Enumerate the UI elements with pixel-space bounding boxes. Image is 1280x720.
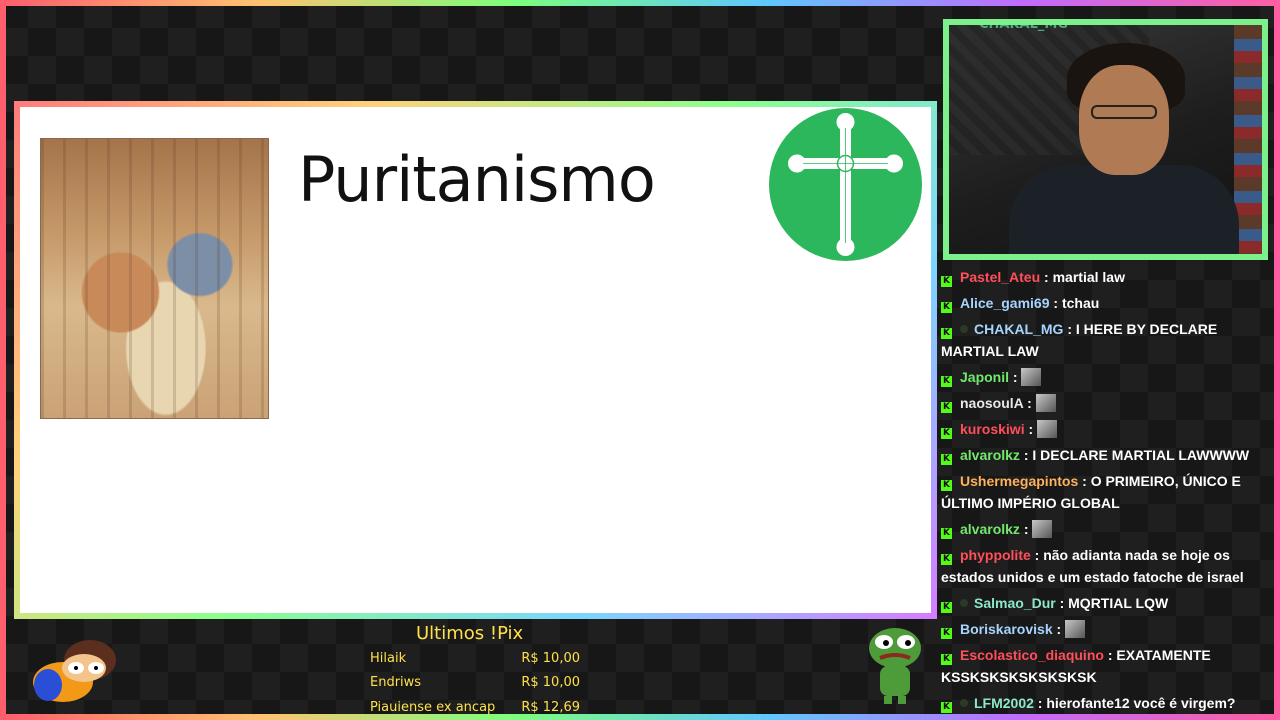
chat-username[interactable]: Escolastico_diaquino	[960, 647, 1104, 663]
chat-text: :	[1023, 395, 1036, 411]
pix-donor-name: Piauiense ex ancap	[370, 699, 496, 715]
kick-icon: K	[941, 554, 952, 565]
user-badge-icon	[960, 325, 968, 333]
puritan-classroom-painting	[40, 138, 269, 419]
chat-text: :	[1024, 421, 1038, 437]
pix-row: Endriws R$ 10,00	[370, 671, 580, 696]
streamer-glasses	[1091, 105, 1157, 119]
pix-list: Hilaik R$ 10,00 Endriws R$ 10,00 Piauiense e…	[370, 646, 580, 720]
pix-donor-name: Hilaik	[370, 650, 407, 666]
emote-icon	[1037, 420, 1058, 438]
chat-message: K Escolastico_diaquino : EXATAMENTE KSSKS…	[941, 642, 1271, 690]
chat-text: : I DECLARE MARTIAL LAWWWW	[1019, 447, 1250, 463]
slide-frame: Puritanismo	[14, 101, 937, 619]
chat-message: K CHAKAL_MG : I HERE BY DECLARE MARTIAL L…	[941, 316, 1271, 364]
streamer-body	[1009, 165, 1239, 254]
chat-text: : tchau	[1049, 295, 1100, 311]
pix-row: Piauiense ex ancap R$ 12,69	[370, 695, 580, 720]
chat-username[interactable]: LFM2002	[974, 695, 1034, 711]
chat-username[interactable]: alvarolkz	[960, 521, 1020, 537]
chat-username[interactable]: Pastel_Ateu	[960, 269, 1040, 285]
streamer-head	[1079, 65, 1169, 175]
chat-username[interactable]: kuroskiwi	[960, 421, 1025, 437]
chat-message: Kalvarolkz : I DECLARE MARTIAL LAWWWW	[941, 442, 1271, 468]
chat-feed[interactable]: K Pastel_Ateu : martial law K Alice_gami69 …	[941, 264, 1271, 716]
emote-icon	[1065, 620, 1086, 638]
kick-icon: K	[941, 328, 952, 339]
chat-username[interactable]: Japonil	[960, 369, 1009, 385]
pix-amount: R$ 10,00	[521, 675, 580, 691]
kick-icon: K	[941, 654, 952, 665]
kick-icon: K	[941, 402, 952, 413]
chat-username[interactable]: Salmao_Dur	[974, 595, 1056, 611]
chat-message: Kphyppolite : não adianta nada se hoje o…	[941, 542, 1271, 590]
webcam-overlay-username: CHAKAL_MG	[979, 19, 1069, 32]
chat-username[interactable]: phyppolite	[960, 547, 1031, 563]
chat-message: KnaosoulA :	[941, 390, 1271, 416]
pix-donor-name: Endriws	[370, 675, 422, 691]
kick-icon: K	[941, 702, 952, 713]
user-badge-icon	[960, 699, 968, 707]
kick-icon: K	[941, 428, 952, 439]
chat-username[interactable]: Ushermegapintos	[960, 473, 1078, 489]
pix-amount: R$ 10,00	[521, 650, 580, 666]
chat-message: K Salmao_Dur : MQRTIAL LQW	[941, 590, 1271, 616]
chat-message: K Ushermegapintos : O PRIMEIRO, ÚNICO E Ú…	[941, 468, 1271, 516]
chat-text: :	[1009, 369, 1022, 385]
chat-text: : hierofante12 você é virgem?	[1033, 695, 1236, 711]
pix-row: Hilaik R$ 10,00	[370, 646, 580, 671]
chat-username[interactable]: naosoulA	[960, 395, 1023, 411]
chat-message: K LFM2002 : hierofante12 você é virgem?	[941, 690, 1271, 716]
webcam-feed: CHAKAL_MG	[943, 19, 1268, 260]
chat-text: : MQRTIAL LQW	[1055, 595, 1169, 611]
chat-message: K Japonil :	[941, 364, 1271, 390]
chat-message: K Alice_gami69 : tchau	[941, 290, 1271, 316]
chat-username[interactable]: Boriskarovisk	[960, 621, 1053, 637]
chat-username[interactable]: CHAKAL_MG	[974, 321, 1063, 337]
kick-icon: K	[941, 454, 952, 465]
chat-message: K Boriskarovisk :	[941, 616, 1271, 642]
pix-title: Ultimos !Pix	[416, 623, 524, 644]
kick-icon: K	[941, 302, 952, 313]
cross-icon	[769, 108, 922, 261]
chat-text: :	[1052, 621, 1066, 637]
pix-amount: R$ 12,69	[521, 699, 580, 715]
kick-icon: K	[941, 528, 952, 539]
chat-username[interactable]: Alice_gami69	[960, 295, 1050, 311]
kick-icon: K	[941, 602, 952, 613]
emote-icon	[1035, 394, 1056, 412]
chat-username[interactable]: alvarolkz	[960, 447, 1020, 463]
emote-icon	[1032, 520, 1053, 538]
kick-icon: K	[941, 628, 952, 639]
emote-icon	[1021, 368, 1042, 386]
chat-message: Kalvarolkz :	[941, 516, 1271, 542]
slide-title: Puritanismo	[298, 143, 656, 216]
chat-text: :	[1019, 521, 1033, 537]
kick-icon: K	[941, 276, 952, 287]
kick-icon: K	[941, 376, 952, 387]
kick-icon: K	[941, 480, 952, 491]
chat-message: Kkuroskiwi :	[941, 416, 1271, 442]
chat-text: : martial law	[1040, 269, 1125, 285]
pepe-frog-icon	[862, 626, 928, 706]
presentation-slide: Puritanismo	[20, 107, 931, 613]
user-badge-icon	[960, 599, 968, 607]
mascot-character-icon	[18, 630, 118, 705]
chat-message: K Pastel_Ateu : martial law	[941, 264, 1271, 290]
